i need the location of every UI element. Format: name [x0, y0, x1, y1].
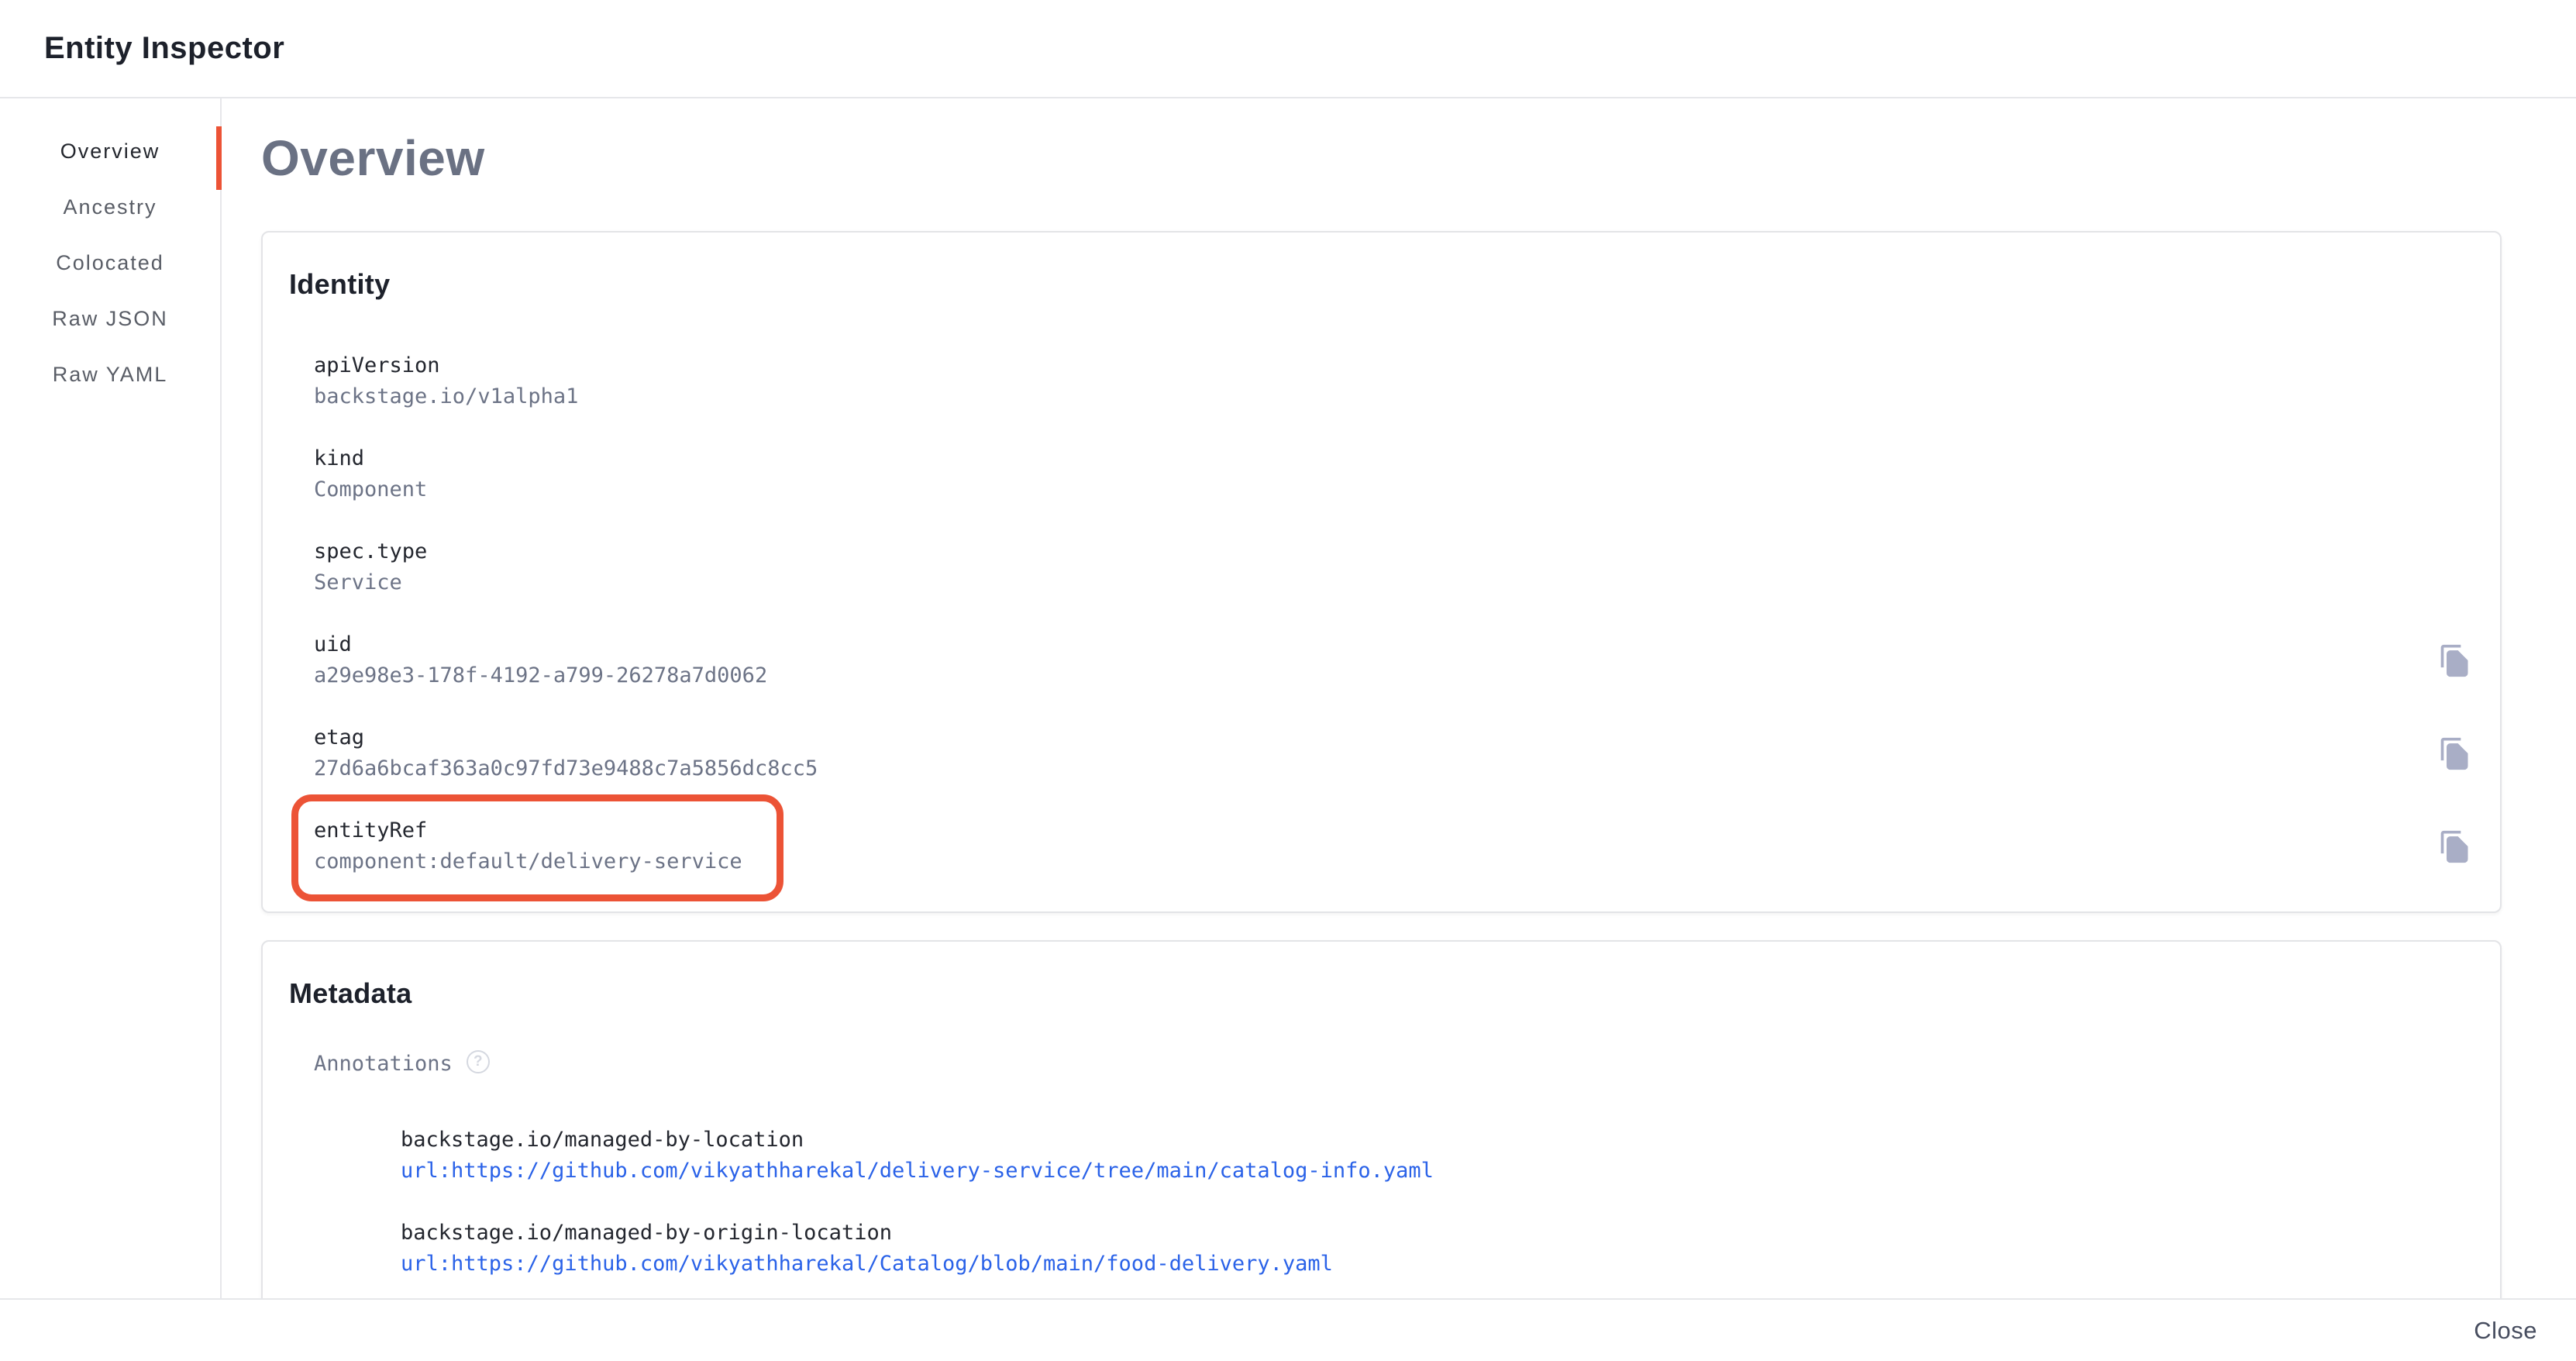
metadata-card: Metadata Annotations ? backstage.io/mana… [261, 940, 2502, 1298]
field-label: kind [314, 443, 427, 474]
field-label: etag [314, 722, 818, 753]
copy-icon [2438, 829, 2472, 863]
identity-field: entityRef component:default/delivery-ser… [314, 815, 742, 877]
field-label: spec.type [314, 536, 427, 567]
tab-overview[interactable]: Overview [0, 123, 220, 179]
dialog-title: Entity Inspector [44, 31, 284, 66]
copy-button[interactable] [2437, 642, 2474, 679]
identity-field: uid a29e98e3-178f-4192-a799-26278a7d0062 [314, 629, 767, 691]
tab-ancestry[interactable]: Ancestry [0, 179, 220, 235]
dialog-footer: Close [0, 1298, 2576, 1361]
field-label: apiVersion [314, 350, 578, 381]
field-value: 27d6a6bcaf363a0c97fd73e9488c7a5856dc8cc5 [314, 753, 818, 784]
field-label: uid [314, 629, 767, 660]
annotation-key: backstage.io/managed-by-origin-location [401, 1218, 2474, 1249]
tab-raw-yaml[interactable]: Raw YAML [0, 346, 220, 402]
annotations-section: Annotations ? [314, 1049, 2474, 1080]
copy-icon [2438, 736, 2472, 770]
identity-card-title: Identity [289, 268, 2474, 301]
annotation-link[interactable]: url:https://github.com/vikyathharekal/Ca… [401, 1249, 2474, 1280]
field-value: backstage.io/v1alpha1 [314, 381, 578, 412]
inspector-tabs: OverviewAncestryColocatedRaw JSONRaw YAM… [0, 98, 222, 1298]
copy-icon [2438, 643, 2472, 677]
active-tab-indicator [216, 126, 222, 190]
dialog-body: OverviewAncestryColocatedRaw JSONRaw YAM… [0, 98, 2576, 1298]
copy-button[interactable] [2437, 735, 2474, 772]
identity-field-row: etag 27d6a6bcaf363a0c97fd73e9488c7a5856d… [314, 722, 2474, 784]
dialog-header: Entity Inspector [0, 0, 2576, 98]
annotation-key: backstage.io/managed-by-location [401, 1125, 2474, 1156]
identity-field-row: apiVersion backstage.io/v1alpha1 [314, 350, 2474, 412]
identity-field: apiVersion backstage.io/v1alpha1 [314, 350, 578, 412]
field-value: component:default/delivery-service [314, 846, 742, 877]
identity-field-row: entityRef component:default/delivery-ser… [314, 815, 2474, 877]
identity-field: etag 27d6a6bcaf363a0c97fd73e9488c7a5856d… [314, 722, 818, 784]
identity-field-row: kind Component [314, 443, 2474, 505]
content-area: Overview Identity apiVersion backstage.i… [222, 98, 2576, 1298]
identity-field: spec.type Service [314, 536, 427, 598]
annotation-row: backstage.io/managed-by-origin-location … [401, 1218, 2474, 1280]
identity-field-row: uid a29e98e3-178f-4192-a799-26278a7d0062 [314, 629, 2474, 691]
page-title: Overview [261, 129, 2502, 187]
tab-colocated[interactable]: Colocated [0, 235, 220, 291]
metadata-card-title: Metadata [289, 977, 2474, 1010]
entity-inspector-dialog: Entity Inspector OverviewAncestryColocat… [0, 0, 2576, 1361]
identity-field: kind Component [314, 443, 427, 505]
identity-fields: apiVersion backstage.io/v1alpha1 kind Co… [314, 350, 2474, 877]
tab-raw-json[interactable]: Raw JSON [0, 291, 220, 346]
annotation-link[interactable]: url:https://github.com/vikyathharekal/de… [401, 1156, 2474, 1187]
help-icon[interactable]: ? [467, 1050, 490, 1073]
copy-button[interactable] [2437, 828, 2474, 865]
annotation-row: backstage.io/managed-by-location url:htt… [401, 1125, 2474, 1187]
field-value: a29e98e3-178f-4192-a799-26278a7d0062 [314, 660, 767, 691]
field-value: Component [314, 474, 427, 505]
close-button[interactable]: Close [2463, 1309, 2548, 1352]
identity-card: Identity apiVersion backstage.io/v1alpha… [261, 231, 2502, 913]
field-label: entityRef [314, 815, 742, 846]
annotations-list: backstage.io/managed-by-location url:htt… [401, 1125, 2474, 1280]
identity-field-row: spec.type Service [314, 536, 2474, 598]
annotations-label: Annotations [314, 1049, 453, 1080]
field-value: Service [314, 567, 427, 598]
